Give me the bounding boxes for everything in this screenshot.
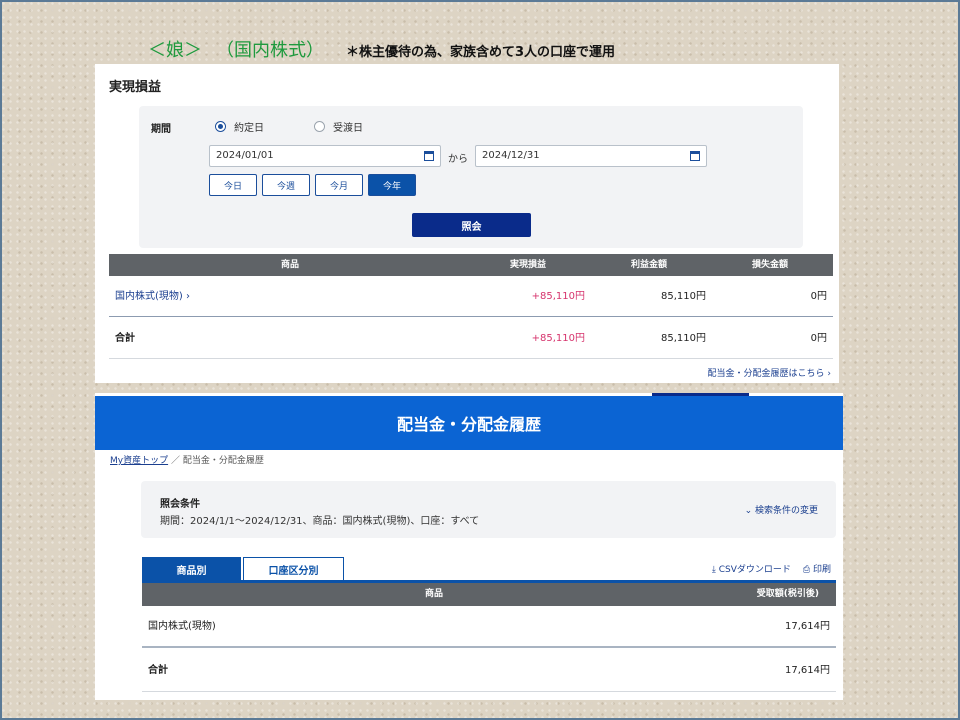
total-label: 合計 [148,665,168,676]
change-conditions-label: 検索条件の変更 [754,506,818,516]
col-amount: 受取額(税引後) [756,589,819,599]
table-actions: ⤓ CSVダウンロード ⎙ 印刷 [712,562,831,575]
realized-pl-title: 実現損益 [109,80,162,95]
heading-note: ＊株主優待の為、家族含めて3人の口座で運用 [346,45,616,60]
heading-person: ＜娘＞ [148,40,202,61]
breadcrumb-home-link[interactable]: My資産トップ [110,456,168,466]
chevron-right-icon: › [827,369,831,379]
chevron-down-icon: ⌄ [744,506,753,516]
col-realized: 実現損益 [510,260,547,270]
radio-contract-label: 約定日 [234,123,264,134]
total-realized: +85,110円 [531,333,585,344]
loss-value: 0円 [810,291,827,302]
dividend-history-link-label: 配当金・分配金履歴はこちら [707,369,825,379]
heading-category: （国内株式） [216,40,324,61]
realized-value: +85,110円 [531,291,585,302]
printer-icon: ⎙ [802,565,811,575]
dividend-banner: 配当金・分配金履歴 [95,396,843,450]
date-to-value: 2024/12/31 [482,150,540,161]
col-product: 商品 [425,589,444,599]
tab-by-product[interactable]: 商品別 [142,557,241,581]
dividend-history-link[interactable]: 配当金・分配金履歴はこちら › [708,366,832,379]
csv-label: CSVダウンロード [718,565,791,575]
breadcrumb-current: 配当金・分配金履歴 [182,456,264,466]
date-range-sep: から [448,154,468,165]
radio-unselected-icon [314,121,325,132]
total-profit: 85,110円 [661,333,706,344]
product-link-label: 国内株式(現物) [115,291,183,302]
conditions-text: 期間：2024/1/1〜2024/12/31、商品：国内株式(現物)、口座：すべ… [160,516,480,527]
radio-selected-icon [215,121,226,132]
print-button[interactable]: ⎙ 印刷 [803,562,831,575]
tab-by-account[interactable]: 口座区分別 [243,557,344,581]
download-icon: ⤓ [711,565,716,575]
col-product: 商品 [281,260,300,270]
date-from-value: 2024/01/01 [216,150,274,161]
change-conditions-button[interactable]: ⌄ 検索条件の変更 [745,503,818,516]
quick-month-button[interactable]: 今月 [315,174,363,196]
breadcrumb-sep: ／ [170,456,180,466]
print-label: 印刷 [812,565,831,575]
dividend-panel: 配当金・分配金履歴 My資産トップ ／ 配当金・分配金履歴 照会条件 期間：20… [95,393,843,700]
quick-today-button[interactable]: 今日 [209,174,257,196]
quick-year-button[interactable]: 今年 [368,174,416,196]
chevron-right-icon: › [186,291,190,302]
table-total-row: 合計 17,614円 [142,650,836,692]
total-amount: 17,614円 [785,665,830,676]
quick-week-button[interactable]: 今週 [262,174,310,196]
radio-contract-date[interactable]: 約定日 [215,119,264,134]
col-loss: 損失金額 [752,260,789,270]
conditions-title: 照会条件 [160,499,200,510]
filter-box: 期間 約定日 受渡日 2024/01/01 から 2024/12/31 今日 今… [139,106,803,248]
table-row: 国内株式(現物) 17,614円 [142,606,836,648]
total-label: 合計 [115,333,135,344]
date-from-input[interactable]: 2024/01/01 [209,145,441,167]
realized-pl-panel: 実現損益 期間 約定日 受渡日 2024/01/01 から 2024/12/31… [95,64,839,383]
col-profit: 利益金額 [631,260,668,270]
calendar-icon[interactable] [424,151,434,161]
csv-download-button[interactable]: ⤓ CSVダウンロード [712,562,791,575]
breadcrumb: My資産トップ ／ 配当金・分配金履歴 [110,453,264,466]
radio-delivery-date[interactable]: 受渡日 [314,119,363,134]
radio-delivery-label: 受渡日 [333,123,363,134]
query-conditions: 照会条件 期間：2024/1/1〜2024/12/31、商品：国内株式(現物)、… [141,481,836,538]
date-to-input[interactable]: 2024/12/31 [475,145,707,167]
table-row: 国内株式(現物) › +85,110円 85,110円 0円 [109,276,833,317]
realized-table-header: 商品 実現損益 利益金額 損失金額 [109,254,833,276]
total-loss: 0円 [810,333,827,344]
product-name: 国内株式(現物) [148,621,216,632]
profit-value: 85,110円 [661,291,706,302]
calendar-icon[interactable] [690,151,700,161]
period-label: 期間 [151,124,171,135]
product-link[interactable]: 国内株式(現物) › [115,276,190,317]
query-button[interactable]: 照会 [412,213,531,237]
amount-value: 17,614円 [785,621,830,632]
dividend-table-header: 商品 受取額(税引後) [142,583,836,606]
table-total-row: 合計 +85,110円 85,110円 0円 [109,318,833,359]
slide-heading: ＜娘＞ （国内株式） ＊株主優待の為、家族含めて3人の口座で運用 [148,36,615,62]
